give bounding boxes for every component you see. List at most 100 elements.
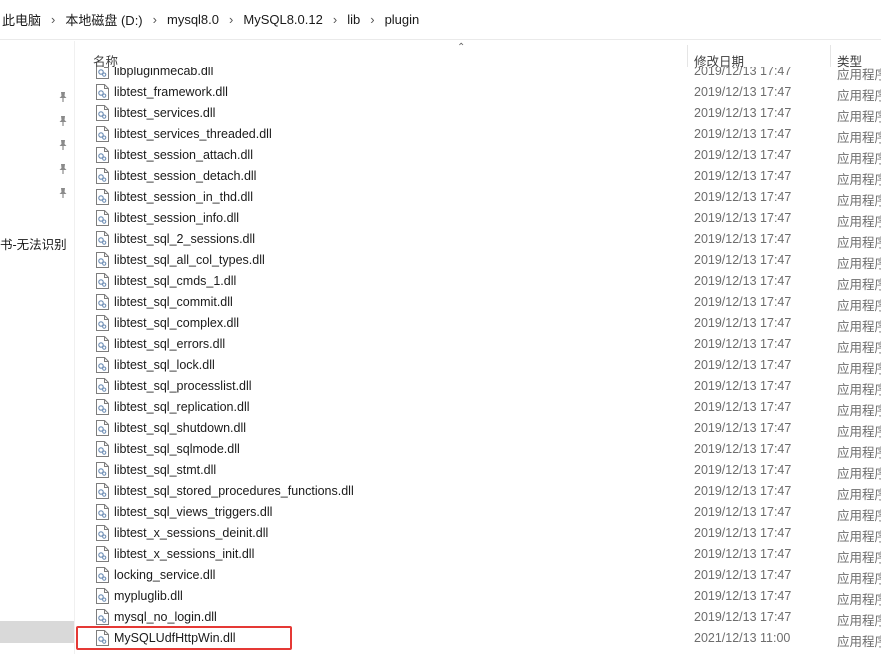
file-modified-date: 2019/12/13 17:47 — [694, 421, 792, 435]
file-type: 应用程序 — [837, 383, 881, 397]
pin-icon[interactable] — [57, 187, 69, 199]
file-type: 应用程序 — [837, 572, 881, 586]
file-row[interactable]: libtest_session_attach.dll 2019/12/13 17… — [75, 145, 881, 166]
file-modified-date: 2021/12/13 11:00 — [694, 631, 791, 645]
file-type: 应用程序 — [837, 89, 881, 103]
breadcrumb-this-pc[interactable]: 此电脑 — [0, 10, 43, 29]
file-row[interactable]: libtest_framework.dll 2019/12/13 17:47 应… — [75, 82, 881, 103]
file-type: 应用程序 — [837, 320, 881, 334]
file-modified-date: 2019/12/13 17:47 — [694, 358, 792, 372]
dll-file-icon — [96, 147, 109, 163]
file-row[interactable]: libtest_sql_processlist.dll 2019/12/13 1… — [75, 376, 881, 397]
file-name[interactable]: libtest_sql_stored_procedures_functions.… — [114, 484, 354, 498]
file-name[interactable]: libtest_sql_stmt.dll — [114, 463, 216, 477]
file-row[interactable]: libtest_sql_2_sessions.dll 2019/12/13 17… — [75, 229, 881, 250]
file-row[interactable]: libtest_sql_lock.dll 2019/12/13 17:47 应用… — [75, 355, 881, 376]
file-row[interactable]: libtest_sql_replication.dll 2019/12/13 1… — [75, 397, 881, 418]
file-name[interactable]: libtest_framework.dll — [114, 85, 228, 99]
file-name[interactable]: libtest_session_info.dll — [114, 211, 239, 225]
dll-file-icon — [96, 67, 109, 79]
column-divider[interactable] — [830, 45, 831, 67]
file-modified-date: 2019/12/13 17:47 — [694, 610, 792, 624]
file-row[interactable]: mysql_no_login.dll 2019/12/13 17:47 应用程序 — [75, 607, 881, 628]
breadcrumb-separator-icon[interactable]: › — [362, 12, 382, 27]
pin-icon[interactable] — [57, 139, 69, 151]
file-row[interactable]: libtest_sql_complex.dll 2019/12/13 17:47… — [75, 313, 881, 334]
dll-file-icon — [96, 609, 109, 625]
file-name[interactable]: libtest_session_detach.dll — [114, 169, 256, 183]
pin-icon[interactable] — [57, 163, 69, 175]
address-bar[interactable]: 此电脑 › 本地磁盘 (D:) › mysql8.0 › MySQL8.0.12… — [0, 0, 881, 40]
file-row[interactable]: libtest_session_in_thd.dll 2019/12/13 17… — [75, 187, 881, 208]
file-name[interactable]: libtest_sql_processlist.dll — [114, 379, 252, 393]
file-row[interactable]: libtest_session_detach.dll 2019/12/13 17… — [75, 166, 881, 187]
file-row[interactable]: libpluginmecab.dll 2019/12/13 17:47 应用程序 — [75, 67, 881, 82]
file-name[interactable]: libtest_sql_all_col_types.dll — [114, 253, 265, 267]
file-row[interactable]: libtest_x_sessions_deinit.dll 2019/12/13… — [75, 523, 881, 544]
breadcrumb-separator-icon[interactable]: › — [325, 12, 345, 27]
file-list[interactable]: libpluginmecab.dll 2019/12/13 17:47 应用程序… — [75, 67, 881, 654]
breadcrumb-plugin[interactable]: plugin — [383, 12, 422, 27]
file-row[interactable]: mypluglib.dll 2019/12/13 17:47 应用程序 — [75, 586, 881, 607]
file-row[interactable]: libtest_sql_cmds_1.dll 2019/12/13 17:47 … — [75, 271, 881, 292]
file-modified-date: 2019/12/13 17:47 — [694, 148, 792, 162]
file-row[interactable]: libtest_session_info.dll 2019/12/13 17:4… — [75, 208, 881, 229]
breadcrumb-drive-d[interactable]: 本地磁盘 (D:) — [63, 10, 144, 29]
file-row[interactable]: libtest_sql_views_triggers.dll 2019/12/1… — [75, 502, 881, 523]
file-name[interactable]: mypluglib.dll — [114, 589, 183, 603]
file-row[interactable]: libtest_sql_stored_procedures_functions.… — [75, 481, 881, 502]
nav-item-label[interactable]: 书-无法识别 — [0, 234, 67, 253]
file-type: 应用程序 — [837, 446, 881, 460]
file-name[interactable]: libtest_sql_cmds_1.dll — [114, 274, 236, 288]
column-divider[interactable] — [687, 45, 688, 67]
breadcrumb-separator-icon[interactable]: › — [145, 12, 165, 27]
file-name[interactable]: libtest_x_sessions_init.dll — [114, 547, 254, 561]
file-name[interactable]: libtest_session_attach.dll — [114, 148, 253, 162]
file-row[interactable]: libtest_sql_all_col_types.dll 2019/12/13… — [75, 250, 881, 271]
file-name[interactable]: locking_service.dll — [114, 568, 215, 582]
breadcrumb-lib[interactable]: lib — [345, 12, 362, 27]
file-name[interactable]: libtest_sql_sqlmode.dll — [114, 442, 240, 456]
file-type: 应用程序 — [837, 341, 881, 355]
file-type: 应用程序 — [837, 362, 881, 376]
file-row[interactable]: libtest_services_threaded.dll 2019/12/13… — [75, 124, 881, 145]
file-name[interactable]: libpluginmecab.dll — [114, 67, 213, 78]
file-rows: libpluginmecab.dll 2019/12/13 17:47 应用程序… — [75, 67, 881, 649]
file-name[interactable]: libtest_x_sessions_deinit.dll — [114, 526, 268, 540]
file-row[interactable]: libtest_sql_shutdown.dll 2019/12/13 17:4… — [75, 418, 881, 439]
file-name[interactable]: libtest_services.dll — [114, 106, 215, 120]
file-name[interactable]: libtest_session_in_thd.dll — [114, 190, 253, 204]
breadcrumb-separator-icon[interactable]: › — [221, 12, 241, 27]
file-modified-date: 2019/12/13 17:47 — [694, 316, 792, 330]
file-name[interactable]: MySQLUdfHttpWin.dll — [114, 631, 236, 645]
file-modified-date: 2019/12/13 17:47 — [694, 169, 792, 183]
file-name[interactable]: libtest_sql_2_sessions.dll — [114, 232, 255, 246]
file-row[interactable]: libtest_sql_commit.dll 2019/12/13 17:47 … — [75, 292, 881, 313]
breadcrumb-mysql8012[interactable]: MySQL8.0.12 — [241, 12, 325, 27]
pin-icon[interactable] — [57, 91, 69, 103]
nav-selected-item[interactable] — [0, 621, 74, 643]
file-row[interactable]: libtest_sql_errors.dll 2019/12/13 17:47 … — [75, 334, 881, 355]
file-row[interactable]: libtest_x_sessions_init.dll 2019/12/13 1… — [75, 544, 881, 565]
dll-file-icon — [96, 525, 109, 541]
file-row[interactable]: libtest_services.dll 2019/12/13 17:47 应用… — [75, 103, 881, 124]
file-name[interactable]: libtest_sql_views_triggers.dll — [114, 505, 272, 519]
file-modified-date: 2019/12/13 17:47 — [694, 379, 792, 393]
file-row[interactable]: libtest_sql_stmt.dll 2019/12/13 17:47 应用… — [75, 460, 881, 481]
file-name[interactable]: libtest_sql_complex.dll — [114, 316, 239, 330]
file-name[interactable]: libtest_sql_lock.dll — [114, 358, 215, 372]
file-name[interactable]: libtest_sql_commit.dll — [114, 295, 233, 309]
pin-icon[interactable] — [57, 115, 69, 127]
breadcrumb-mysql80[interactable]: mysql8.0 — [165, 12, 221, 27]
file-name[interactable]: libtest_sql_replication.dll — [114, 400, 250, 414]
breadcrumb-separator-icon[interactable]: › — [43, 12, 63, 27]
file-row[interactable]: MySQLUdfHttpWin.dll 2021/12/13 11:00 应用程… — [75, 628, 881, 649]
file-name[interactable]: mysql_no_login.dll — [114, 610, 217, 624]
file-row[interactable]: locking_service.dll 2019/12/13 17:47 应用程… — [75, 565, 881, 586]
file-modified-date: 2019/12/13 17:47 — [694, 568, 792, 582]
file-name[interactable]: libtest_sql_errors.dll — [114, 337, 225, 351]
file-name[interactable]: libtest_sql_shutdown.dll — [114, 421, 246, 435]
file-name[interactable]: libtest_services_threaded.dll — [114, 127, 272, 141]
file-row[interactable]: libtest_sql_sqlmode.dll 2019/12/13 17:47… — [75, 439, 881, 460]
file-type: 应用程序 — [837, 509, 881, 523]
